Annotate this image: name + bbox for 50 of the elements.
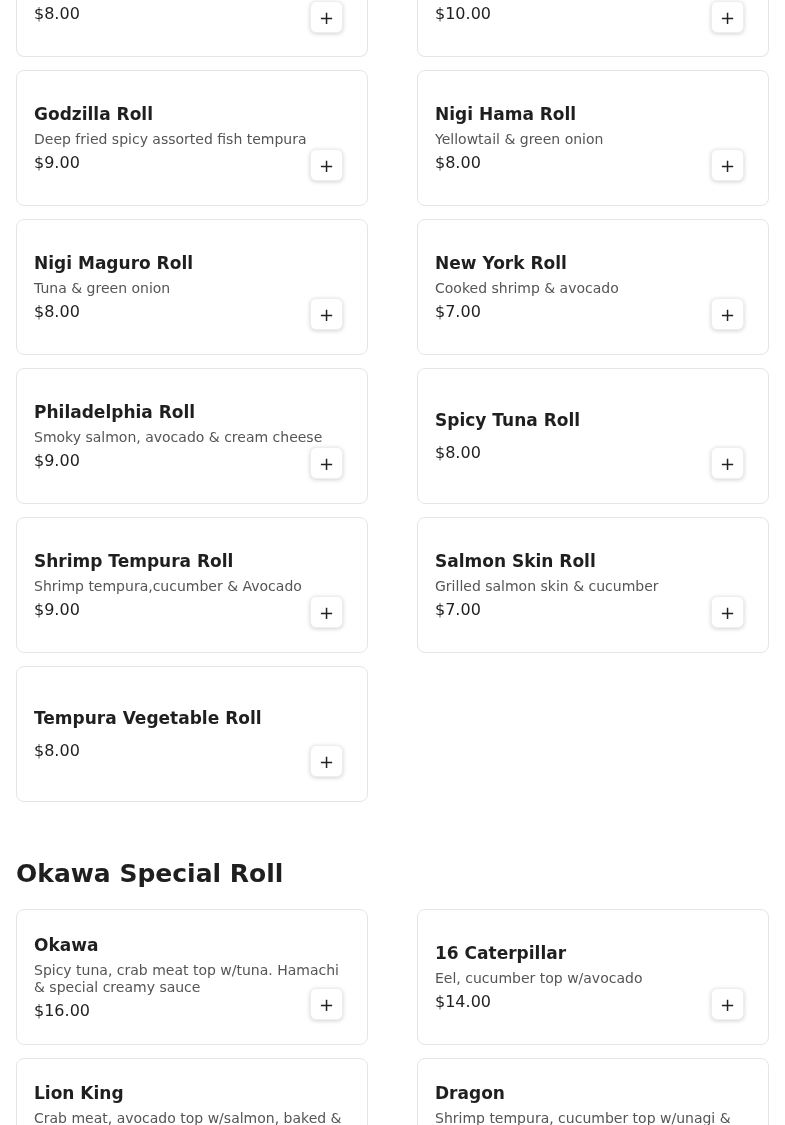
add-button[interactable]: + xyxy=(310,745,343,777)
add-button[interactable]: + xyxy=(711,1,744,33)
item-description: Smoky salmon, avocado & cream cheese xyxy=(34,429,323,446)
item-name: Salmon Skin Roll xyxy=(435,550,597,573)
item-description: Shrimp tempura, cucumber top w/unagi & xyxy=(435,1110,731,1125)
add-button[interactable]: + xyxy=(711,298,744,330)
add-button[interactable]: + xyxy=(711,149,744,181)
item-price: $7.00 xyxy=(435,599,481,621)
item-price: $10.00 xyxy=(435,3,491,25)
add-button[interactable]: + xyxy=(711,988,744,1020)
item-description: Tuna & green onion xyxy=(34,280,172,297)
add-button[interactable]: + xyxy=(310,149,343,181)
item-price: $8.00 xyxy=(435,152,481,174)
item-price: $9.00 xyxy=(34,152,80,174)
item-name: Philadelphia Roll xyxy=(34,401,197,424)
item-name: Lion King xyxy=(34,1082,125,1105)
item-price: $14.00 xyxy=(435,991,491,1013)
item-name: Okawa xyxy=(34,933,100,957)
add-button[interactable]: + xyxy=(310,988,343,1020)
item-description: Deep fried spicy assorted fish tempura xyxy=(34,131,307,148)
item-price: $8.00 xyxy=(34,301,80,323)
add-button[interactable]: + xyxy=(310,596,343,628)
add-button[interactable]: + xyxy=(711,447,744,479)
add-button[interactable]: + xyxy=(310,1,343,33)
item-description: Grilled salmon skin & cucumber xyxy=(435,578,659,595)
add-button[interactable]: + xyxy=(310,298,343,330)
item-name: 16 Caterpillar xyxy=(435,942,568,965)
item-description: Eel, cucumber top w/avocado xyxy=(435,970,643,987)
item-name: Tempura Vegetable Roll xyxy=(34,707,262,730)
item-price: $8.00 xyxy=(34,740,80,762)
item-name: Godzilla Roll xyxy=(34,103,154,126)
item-description: Yellowtail & green onion xyxy=(435,131,604,148)
item-price: $9.00 xyxy=(34,450,80,472)
section-heading: Okawa Special Roll xyxy=(16,858,285,890)
add-button[interactable]: + xyxy=(711,596,744,628)
item-price: $9.00 xyxy=(34,599,80,621)
item-name: Shrimp Tempura Roll xyxy=(34,550,235,573)
item-description: Shrimp tempura,cucumber & Avocado xyxy=(34,578,302,595)
add-button[interactable]: + xyxy=(310,447,343,479)
item-price: $8.00 xyxy=(34,3,80,25)
item-price: $7.00 xyxy=(435,301,481,323)
item-price: $16.00 xyxy=(34,999,90,1022)
item-name: New York Roll xyxy=(435,252,568,275)
item-name: Dragon xyxy=(435,1082,506,1105)
item-description: Crab meat, avocado top w/salmon, baked & xyxy=(34,1110,342,1125)
item-name: Spicy Tuna Roll xyxy=(435,409,581,432)
item-description: Cooked shrimp & avocado xyxy=(435,280,619,297)
item-name: Nigi Maguro Roll xyxy=(34,252,194,275)
item-name: Nigi Hama Roll xyxy=(435,103,578,126)
item-price: $8.00 xyxy=(435,442,481,464)
